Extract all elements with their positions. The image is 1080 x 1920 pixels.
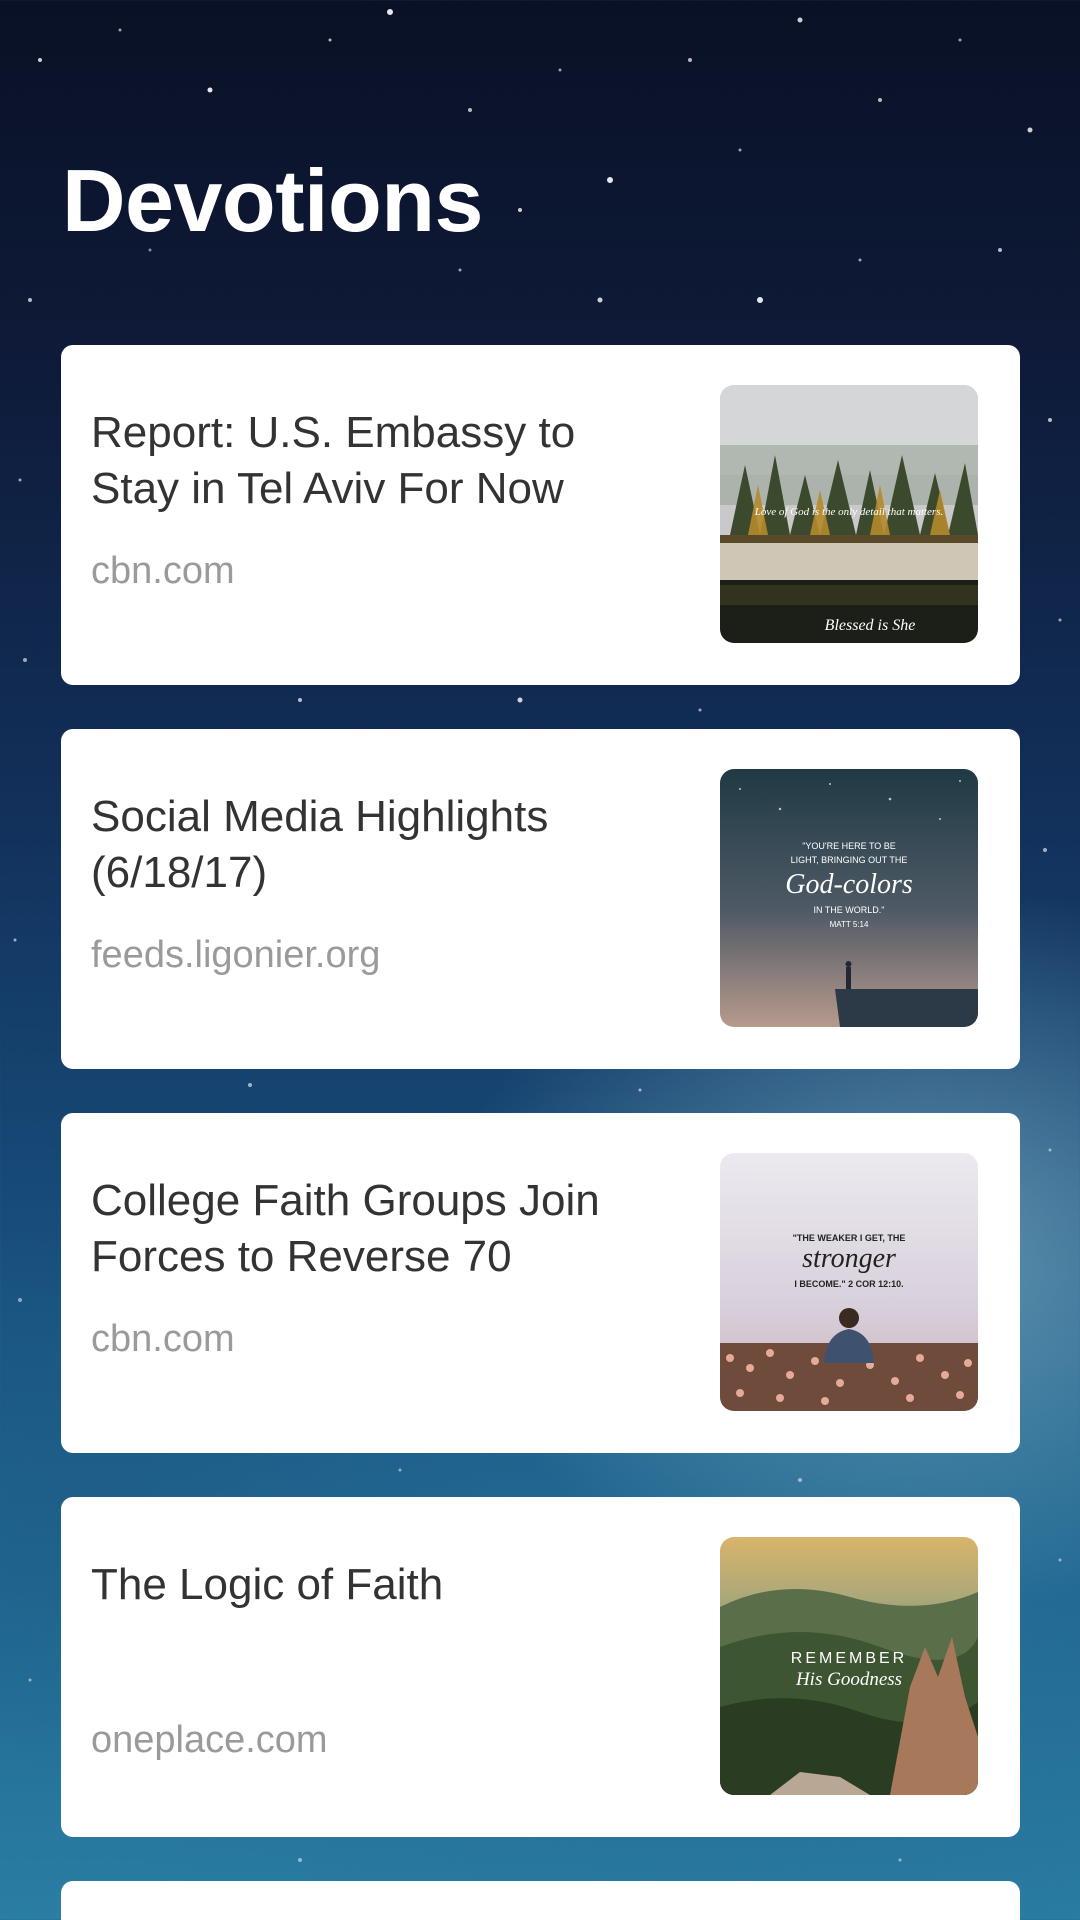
- article-source: cbn.com: [91, 1318, 235, 1360]
- thumb-caption: I BECOME." 2 COR 12:10.: [794, 1279, 903, 1289]
- article-title: College Faith Groups Join Forces to Reve…: [91, 1176, 600, 1281]
- article-title: Social Media Highlights (6/18/17): [91, 792, 549, 897]
- thumb-caption: "YOU'RE HERE TO BE: [802, 841, 896, 851]
- thumb-caption: REMEMBER: [791, 1650, 907, 1667]
- thumb-caption: LIGHT, BRINGING OUT THE: [791, 855, 908, 865]
- page-title: Devotions: [62, 151, 483, 250]
- article-thumbnail: "THE WEAKER I GET, THE stronger I BECOME…: [720, 1153, 978, 1411]
- article-title: The Logic of Faith: [91, 1560, 444, 1609]
- thumb-caption: IN THE WORLD.": [813, 905, 884, 915]
- article-list: Report: U.S. Embassy to Stay in Tel Aviv…: [61, 345, 1020, 1920]
- thumb-caption: MATT 5:14: [830, 920, 869, 929]
- article-card[interactable]: The Logic of Faith oneplace.com REMEMBER…: [61, 1497, 1020, 1837]
- thumb-caption: God-colors: [785, 869, 913, 900]
- thumb-caption: Blessed is She: [825, 617, 916, 634]
- article-source: oneplace.com: [91, 1719, 328, 1761]
- article-source: feeds.ligonier.org: [91, 934, 381, 976]
- article-thumbnail: "YOU'RE HERE TO BE LIGHT, BRINGING OUT T…: [720, 769, 978, 1027]
- article-card[interactable]: [61, 1881, 1020, 1920]
- thumb-caption: stronger: [802, 1243, 896, 1274]
- article-card[interactable]: Report: U.S. Embassy to Stay in Tel Aviv…: [61, 345, 1020, 685]
- article-card[interactable]: College Faith Groups Join Forces to Reve…: [61, 1113, 1020, 1453]
- thumb-caption: His Goodness: [795, 1669, 902, 1690]
- thumb-caption: Love of God is the only detail that matt…: [754, 506, 944, 518]
- article-card[interactable]: Social Media Highlights (6/18/17) feeds.…: [61, 729, 1020, 1069]
- thumb-caption: "THE WEAKER I GET, THE: [793, 1233, 906, 1243]
- article-source: cbn.com: [91, 550, 235, 592]
- article-thumbnail: REMEMBER His Goodness: [720, 1537, 978, 1795]
- article-title: Report: U.S. Embassy to Stay in Tel Aviv…: [91, 408, 576, 513]
- article-thumbnail: Love of God is the only detail that matt…: [720, 385, 978, 643]
